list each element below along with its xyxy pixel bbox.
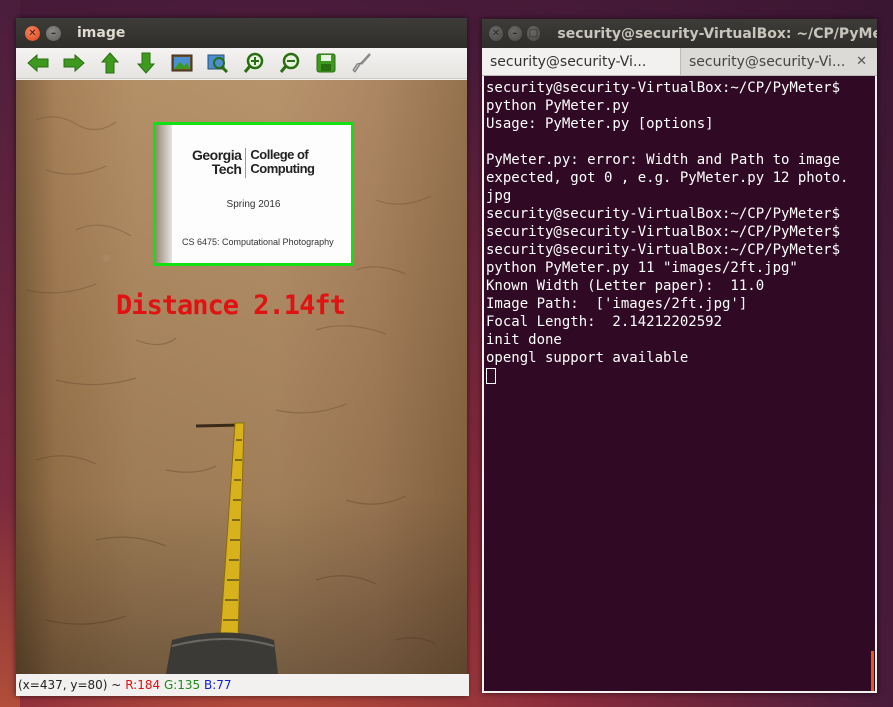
terminal-lines: security@security-VirtualBox:~/CP/PyMete… <box>484 76 875 385</box>
save-icon[interactable] <box>312 50 340 76</box>
terminal-line: expected, got 0 , e.g. PyMeter.py 12 pho… <box>486 170 849 186</box>
pan-left-icon[interactable] <box>24 50 52 76</box>
terminal-line: Focal Length: 2.14212202592 <box>486 314 723 330</box>
pan-up-icon[interactable] <box>96 50 124 76</box>
terminal-line: Known Width (Letter paper): 11.0 <box>486 278 765 294</box>
terminal-tabs: security@security-Vi... security@securit… <box>482 48 877 76</box>
terminal-line: opengl support available <box>486 350 689 366</box>
close-icon[interactable]: ✕ <box>489 26 503 41</box>
terminal-line: Image Path: ['images/2ft.jpg'] <box>486 296 748 312</box>
terminal-cursor-line <box>486 367 875 385</box>
image-window-titlebar[interactable]: ✕ – image <box>16 18 467 48</box>
scrollbar-thumb[interactable] <box>871 651 874 691</box>
pixel-status-bar: (x=437, y=80) ~ R:184 G:135 B:77 <box>16 674 469 696</box>
image-window: ✕ – image Georgia Tech College of Comput… <box>16 18 469 696</box>
status-coords: (x=437, y=80) ~ <box>18 678 122 692</box>
zoom-fit-icon[interactable] <box>168 50 196 76</box>
terminal-line: python PyMeter.py 11 "images/2ft.jpg" <box>486 260 798 276</box>
terminal-line: security@security-VirtualBox:~/CP/PyMete… <box>486 224 841 240</box>
maximize-icon[interactable]: □ <box>526 26 541 41</box>
terminal-line: jpg <box>486 188 512 204</box>
tab-terminal-1[interactable]: security@security-Vi... <box>482 48 681 75</box>
close-icon[interactable]: ✕ <box>856 54 867 69</box>
minimize-icon[interactable]: – <box>46 25 61 41</box>
tab-terminal-2[interactable]: security@security-Vi... ✕ <box>681 48 875 75</box>
image-window-title: image <box>77 25 126 41</box>
zoom-out-icon[interactable] <box>276 50 304 76</box>
pan-down-icon[interactable] <box>132 50 160 76</box>
terminal-line: PyMeter.py: error: Width and Path to ima… <box>486 152 841 168</box>
image-toolbar <box>16 48 467 79</box>
pan-right-icon[interactable] <box>60 50 88 76</box>
terminal-window: ✕ – □ security@security-VirtualBox: ~/CP… <box>482 19 877 693</box>
zoom-in-region-icon[interactable] <box>204 50 232 76</box>
text-cursor <box>486 368 496 384</box>
terminal-line: Usage: PyMeter.py [options] <box>486 116 714 132</box>
tab-label: security@security-Vi... <box>689 53 846 70</box>
terminal-line: security@security-VirtualBox:~/CP/PyMete… <box>486 80 841 96</box>
terminal-line: security@security-VirtualBox:~/CP/PyMete… <box>486 242 841 258</box>
terminal-line: security@security-VirtualBox:~/CP/PyMete… <box>486 206 841 222</box>
status-blue: B:77 <box>204 678 232 692</box>
terminal-titlebar[interactable]: ✕ – □ security@security-VirtualBox: ~/CP… <box>482 19 877 48</box>
tab-label: security@security-Vi... <box>490 53 647 70</box>
zoom-in-icon[interactable] <box>240 50 268 76</box>
properties-brush-icon[interactable] <box>348 50 376 76</box>
minimize-icon[interactable]: – <box>507 26 522 41</box>
terminal-output[interactable]: security@security-VirtualBox:~/CP/PyMete… <box>484 76 875 691</box>
terminal-line: python PyMeter.py <box>486 98 630 114</box>
terminal-title: security@security-VirtualBox: ~/CP/PyMet… <box>557 25 878 42</box>
image-canvas[interactable]: Georgia Tech College of Computing Spring… <box>16 80 467 674</box>
status-red: R:184 <box>125 678 161 692</box>
status-green: G:135 <box>163 678 201 692</box>
close-icon[interactable]: ✕ <box>25 25 40 41</box>
terminal-line: init done <box>486 332 562 348</box>
tape-measure-photo <box>166 422 278 674</box>
tape-blade <box>219 422 245 641</box>
